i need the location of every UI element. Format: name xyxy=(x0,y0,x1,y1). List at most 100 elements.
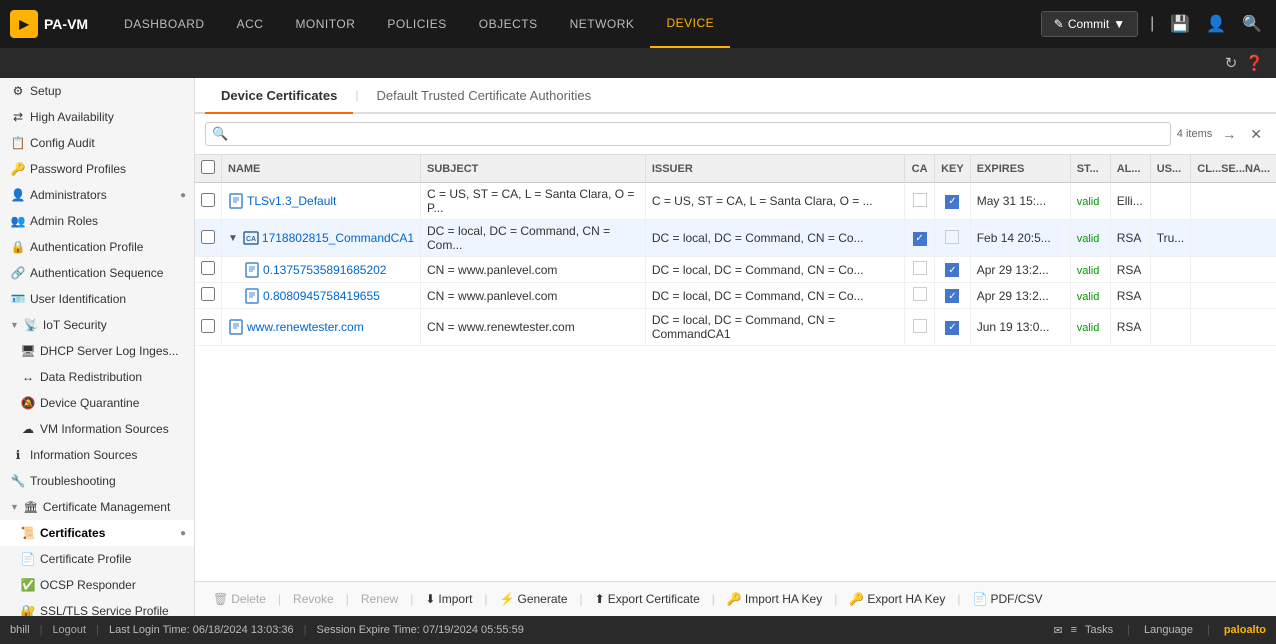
mail-icon[interactable]: ✉ xyxy=(1053,624,1062,637)
nav-acc[interactable]: ACC xyxy=(221,0,280,48)
row5-checkbox[interactable] xyxy=(201,319,215,333)
revoke-button[interactable]: Revoke xyxy=(285,588,342,610)
nav-device[interactable]: DEVICE xyxy=(650,0,730,48)
import-button[interactable]: ⬇ Import xyxy=(417,588,480,610)
row1-name[interactable]: TLSv1.3_Default xyxy=(247,194,336,208)
statusbar-tasks[interactable]: Tasks xyxy=(1085,624,1113,636)
status-sep5: | xyxy=(1207,624,1210,636)
row2-checkbox[interactable] xyxy=(201,230,215,244)
row2-expand-btn[interactable]: ▼ xyxy=(228,233,238,244)
search-next-icon[interactable]: → xyxy=(1218,124,1240,144)
import-ha-key-button[interactable]: 🔑 Import HA Key xyxy=(719,588,830,610)
sidebar-item-quarantine[interactable]: 🔕 Device Quarantine xyxy=(0,390,194,416)
search-input-wrap[interactable]: 🔍 xyxy=(205,122,1171,146)
sidebar: ⚙ Setup ⇄ High Availability 📋 Config Aud… xyxy=(0,78,195,616)
row2-ca-check: ✓ xyxy=(913,232,927,246)
sidebar-label-iot: IoT Security xyxy=(43,318,107,332)
header-status[interactable]: ST... xyxy=(1070,155,1110,183)
row3-name[interactable]: 0.13757535891685202 xyxy=(263,263,386,277)
sidebar-item-data-redist[interactable]: ↔ Data Redistribution xyxy=(0,364,194,390)
sidebar-item-info-sources[interactable]: ℹ Information Sources xyxy=(0,442,194,468)
row3-checkbox[interactable] xyxy=(201,261,215,275)
nav-objects[interactable]: OBJECTS xyxy=(463,0,554,48)
header-ca[interactable]: CA xyxy=(905,155,935,183)
header-name[interactable]: NAME xyxy=(222,155,421,183)
sidebar-item-dhcp[interactable]: 🖥 DHCP Server Log Inges... xyxy=(0,338,194,364)
setup-icon: ⚙ xyxy=(10,83,26,99)
tasks-icon[interactable]: ≡ xyxy=(1071,624,1077,636)
row2-usage: Tru... xyxy=(1150,220,1191,257)
search-bar: 🔍 4 items → ✕ xyxy=(195,114,1276,155)
sidebar-item-ha[interactable]: ⇄ High Availability xyxy=(0,104,194,130)
header-algorithm[interactable]: AL... xyxy=(1110,155,1150,183)
row4-expires: Apr 29 13:2... xyxy=(970,283,1070,309)
sidebar-item-setup[interactable]: ⚙ Setup xyxy=(0,78,194,104)
sidebar-item-admin-roles[interactable]: 👥 Admin Roles xyxy=(0,208,194,234)
app-logo[interactable]: ▶ PA-VM xyxy=(10,10,88,38)
refresh-icon[interactable]: ↻ xyxy=(1225,54,1238,72)
sidebar-item-auth-profile[interactable]: 🔒 Authentication Profile xyxy=(0,234,194,260)
header-usage[interactable]: US... xyxy=(1150,155,1191,183)
header-expires[interactable]: EXPIRES xyxy=(970,155,1070,183)
export-ha-key-button[interactable]: 🔑 Export HA Key xyxy=(841,588,953,610)
statusbar-logout[interactable]: Logout xyxy=(52,624,86,636)
header-cl[interactable]: CL...SE...NA... xyxy=(1191,155,1276,183)
statusbar-language[interactable]: Language xyxy=(1144,624,1193,636)
sidebar-label-dhcp: DHCP Server Log Inges... xyxy=(40,344,179,358)
main-layout: ⚙ Setup ⇄ High Availability 📋 Config Aud… xyxy=(0,78,1276,616)
row4-checkbox[interactable] xyxy=(201,287,215,301)
select-all-checkbox[interactable] xyxy=(201,160,215,174)
tab-bar: Device Certificates | Default Trusted Ce… xyxy=(195,78,1276,114)
table-header-row: NAME SUBJECT ISSUER CA KEY EXPIRES ST...… xyxy=(195,155,1276,183)
pdf-csv-button[interactable]: 📄 PDF/CSV xyxy=(964,588,1050,610)
help-icon[interactable]: ❓ xyxy=(1245,54,1264,72)
renew-button[interactable]: Renew xyxy=(353,588,406,610)
import-ha-icon: 🔑 xyxy=(727,592,742,606)
sidebar-item-password-profiles[interactable]: 🔑 Password Profiles xyxy=(0,156,194,182)
generate-button[interactable]: ⚡ Generate xyxy=(492,588,576,610)
header-subject[interactable]: SUBJECT xyxy=(421,155,646,183)
nav-dashboard[interactable]: DASHBOARD xyxy=(108,0,221,48)
row4-usage xyxy=(1150,283,1191,309)
export-cert-button[interactable]: ⬆ Export Certificate xyxy=(587,588,708,610)
row2-name[interactable]: 1718802815_CommandCA1 xyxy=(262,231,414,245)
sidebar-item-user-id[interactable]: 🪪 User Identification xyxy=(0,286,194,312)
user-icon[interactable]: 👤 xyxy=(1202,10,1230,38)
sidebar-item-administrators[interactable]: 👤 Administrators ● xyxy=(0,182,194,208)
sidebar-item-config-audit[interactable]: 📋 Config Audit xyxy=(0,130,194,156)
save-icon[interactable]: 💾 xyxy=(1166,10,1194,38)
sidebar-item-cert-mgmt[interactable]: ▼ 🏛 Certificate Management xyxy=(0,494,194,520)
nav-policies[interactable]: POLICIES xyxy=(371,0,462,48)
search-icon[interactable]: 🔍 xyxy=(1238,10,1266,38)
commit-button[interactable]: ✎ Commit ▼ xyxy=(1041,11,1138,37)
delete-button[interactable]: 🗑 Delete xyxy=(205,588,274,610)
row5-subject: CN = www.renewtester.com xyxy=(421,309,646,346)
header-issuer[interactable]: ISSUER xyxy=(645,155,904,183)
sidebar-item-certificates[interactable]: 📜 Certificates ● xyxy=(0,520,194,546)
row3-key-check: ✓ xyxy=(945,263,959,277)
sidebar-item-cert-profile[interactable]: 📄 Certificate Profile xyxy=(0,546,194,572)
export-cert-label: Export Certificate xyxy=(608,592,700,606)
row1-checkbox-cell xyxy=(195,183,222,220)
tab-trusted-ca[interactable]: Default Trusted Certificate Authorities xyxy=(360,78,607,114)
header-key[interactable]: KEY xyxy=(935,155,971,183)
row4-name[interactable]: 0.8080945758419655 xyxy=(263,289,380,303)
search-input[interactable] xyxy=(232,127,1164,141)
sidebar-item-auth-sequence[interactable]: 🔗 Authentication Sequence xyxy=(0,260,194,286)
tab-device-certs[interactable]: Device Certificates xyxy=(205,78,353,114)
sidebar-item-iot[interactable]: ▼ 📡 IoT Security xyxy=(0,312,194,338)
row1-checkbox[interactable] xyxy=(201,193,215,207)
sidebar-scroll: ⚙ Setup ⇄ High Availability 📋 Config Aud… xyxy=(0,78,194,616)
row4-status: valid xyxy=(1070,283,1110,309)
sidebar-item-troubleshooting[interactable]: 🔧 Troubleshooting xyxy=(0,468,194,494)
search-close-icon[interactable]: ✕ xyxy=(1246,124,1266,145)
cert-profile-icon: 📄 xyxy=(20,551,36,567)
nav-network[interactable]: NETWORK xyxy=(554,0,651,48)
sidebar-item-ssl-tls[interactable]: 🔐 SSL/TLS Service Profile xyxy=(0,598,194,616)
row1-key: ✓ xyxy=(935,183,971,220)
sep1: | xyxy=(278,592,281,606)
row5-name[interactable]: www.renewtester.com xyxy=(247,320,364,334)
sidebar-item-vm-info[interactable]: ☁ VM Information Sources xyxy=(0,416,194,442)
nav-monitor[interactable]: MONITOR xyxy=(279,0,371,48)
sidebar-item-ocsp[interactable]: ✅ OCSP Responder xyxy=(0,572,194,598)
